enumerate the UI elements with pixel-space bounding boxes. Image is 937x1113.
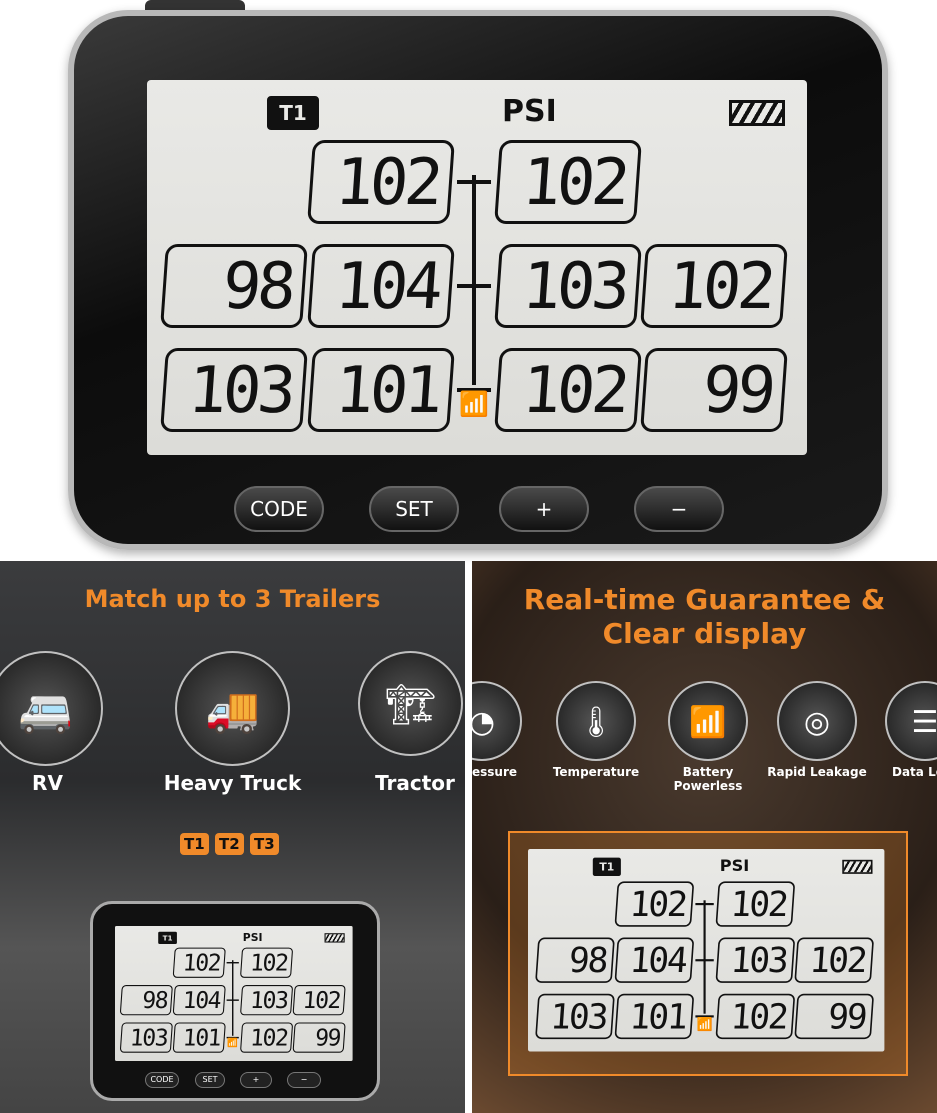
vehicle-label: RV	[32, 771, 63, 795]
tire-pressure-reading: 102	[494, 140, 642, 224]
tire-pressure-reading: 103	[119, 1022, 173, 1053]
tire-pressure-reading: 102	[292, 985, 346, 1016]
tire-leak-icon: ◎	[777, 681, 857, 761]
tire-pressure-reading: 99	[794, 993, 875, 1040]
set-button[interactable]: SET	[369, 486, 459, 532]
trailer-tag: T3	[250, 833, 279, 855]
trailer-badge: T1	[158, 931, 177, 944]
axle-hub	[457, 284, 491, 288]
unit-label: PSI	[502, 94, 557, 129]
tire-pressure-reading: 104	[307, 244, 455, 328]
tire-pressure-reading: 102	[715, 881, 796, 927]
tire-pressure-reading: 99	[292, 1022, 346, 1053]
tire-pressure-reading: 102	[614, 881, 695, 927]
battery-full-icon	[842, 859, 873, 874]
battery-signal-icon: 📶	[668, 681, 748, 761]
vehicle-label: Heavy Truck	[163, 771, 302, 795]
axle-hub	[457, 180, 491, 184]
trailer-tag: T1	[180, 833, 209, 855]
unit-label: PSI	[242, 931, 263, 944]
axle-hub	[226, 999, 239, 1001]
minus-button[interactable]: −	[634, 486, 724, 532]
axle-hub	[226, 962, 239, 964]
feature-label: Temperature	[552, 765, 640, 779]
lcd-screen: T1 PSI 📶 102 102 98 104 103 102 103 101 102 99	[528, 849, 885, 1052]
tire-pressure-reading: 98	[160, 244, 308, 328]
tire-pressure-reading: 98	[119, 985, 173, 1016]
lcd-screen: T1 PSI 📶 102 102 98 104 103 102 103 101 102 99	[115, 926, 353, 1061]
truck-icon: 🚚	[175, 651, 290, 766]
wifi-signal-icon: 📶	[696, 1016, 713, 1032]
trailer-badge: T1	[592, 857, 621, 876]
wifi-signal-icon: 📶	[227, 1037, 239, 1048]
tire-pressure-reading: 102	[715, 993, 796, 1040]
trailers-panel: Match up to 3 Trailers 🚐 🚚 🏗 RV Heavy Tr…	[0, 561, 465, 1113]
minus-button[interactable]: −	[287, 1072, 321, 1088]
axle-line	[232, 960, 234, 1036]
tire-pressure-reading: 99	[640, 348, 788, 432]
rv-icon: 🚐	[0, 651, 103, 766]
highlight-frame: T1 PSI 📶 102 102 98 104 103 102 103 101 102 99	[508, 831, 908, 1076]
panel-title: Real-time Guarantee &	[523, 583, 886, 616]
tire-pressure-reading: 104	[172, 985, 226, 1016]
wifi-signal-icon: 📶	[459, 390, 489, 418]
tire-pressure-reading: 101	[614, 993, 695, 1040]
tpms-monitor: T1 PSI 📶 102 102 98 104 103 102 103 101 102 99 CODE …	[68, 10, 888, 550]
tow-truck-icon: 🏗	[358, 651, 463, 756]
trailer-tag: T2	[215, 833, 244, 855]
plus-button[interactable]: +	[499, 486, 589, 532]
feature-label: Rapid Leakage	[767, 765, 867, 779]
trailer-badge: T1	[267, 96, 319, 130]
data-layers-icon: ☰	[885, 681, 937, 761]
vehicle-label: Tractor	[375, 771, 455, 795]
feature-label: essure	[472, 765, 518, 779]
tire-pressure-reading: 102	[307, 140, 455, 224]
panel-title: Match up to 3 Trailers	[84, 585, 381, 613]
set-button[interactable]: SET	[195, 1072, 225, 1088]
tire-pressure-reading: 102	[640, 244, 788, 328]
axle-line	[703, 900, 706, 1014]
tire-pressure-reading: 101	[172, 1022, 226, 1053]
tire-pressure-reading: 98	[535, 937, 615, 983]
code-button[interactable]: CODE	[145, 1072, 179, 1088]
battery-full-icon	[324, 933, 345, 943]
feature-label: Data Lo	[892, 765, 937, 779]
gauge-icon: ◔	[472, 681, 522, 761]
product-hero: T1 PSI 📶 102 102 98 104 103 102 103 101 102 99 CODE …	[0, 0, 937, 555]
plus-button[interactable]: +	[240, 1072, 272, 1088]
tire-pressure-reading: 102	[794, 937, 875, 983]
tire-pressure-reading: 103	[715, 937, 796, 983]
tire-pressure-reading: 103	[160, 348, 308, 432]
tire-pressure-reading: 103	[535, 993, 615, 1040]
code-button[interactable]: CODE	[234, 486, 324, 532]
tire-pressure-reading: 102	[239, 947, 294, 978]
tire-pressure-reading: 102	[172, 947, 226, 978]
lcd-screen: T1 PSI 📶 102 102 98 104 103 102 103 101 102 99	[147, 80, 807, 455]
unit-label: PSI	[719, 856, 750, 876]
panel-subtitle: Clear display	[602, 617, 807, 650]
tire-pressure-reading: 103	[239, 985, 294, 1016]
thermometer-icon: 🌡	[556, 681, 636, 761]
mini-monitor: T1 PSI 📶 102 102 98 104 103 102 103 101 102 99 CODE …	[90, 901, 380, 1101]
battery-full-icon	[729, 100, 785, 126]
features-panel: Real-time Guarantee & Clear display ◔ 🌡 …	[472, 561, 937, 1113]
tire-pressure-reading: 103	[494, 244, 642, 328]
feature-label: Battery Powerless	[673, 765, 743, 793]
tire-pressure-reading: 102	[494, 348, 642, 432]
axle-hub	[695, 959, 714, 962]
tire-pressure-reading: 104	[614, 937, 695, 983]
tire-pressure-reading: 102	[239, 1022, 294, 1053]
axle-hub	[695, 903, 714, 906]
tire-pressure-reading: 101	[307, 348, 455, 432]
axle-line	[472, 175, 476, 385]
